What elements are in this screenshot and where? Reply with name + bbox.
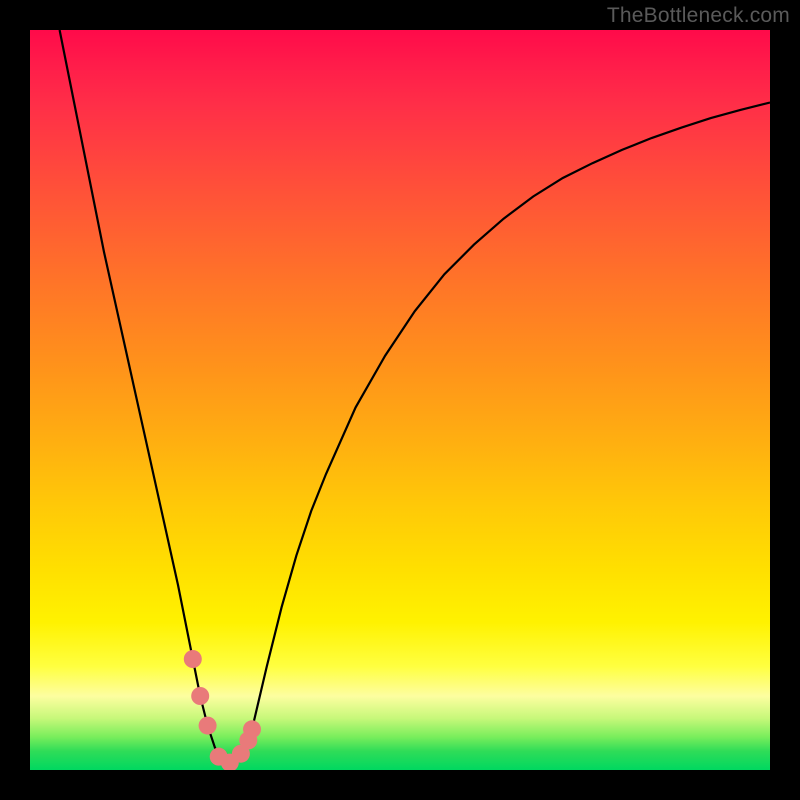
marker-point	[243, 720, 261, 738]
plot-area	[30, 30, 770, 770]
chart-frame: TheBottleneck.com	[0, 0, 800, 800]
curve-layer	[30, 30, 770, 770]
bottleneck-curve	[60, 30, 770, 765]
marker-point	[199, 717, 217, 735]
watermark-text: TheBottleneck.com	[607, 4, 790, 28]
marker-point	[191, 687, 209, 705]
marker-point	[184, 650, 202, 668]
